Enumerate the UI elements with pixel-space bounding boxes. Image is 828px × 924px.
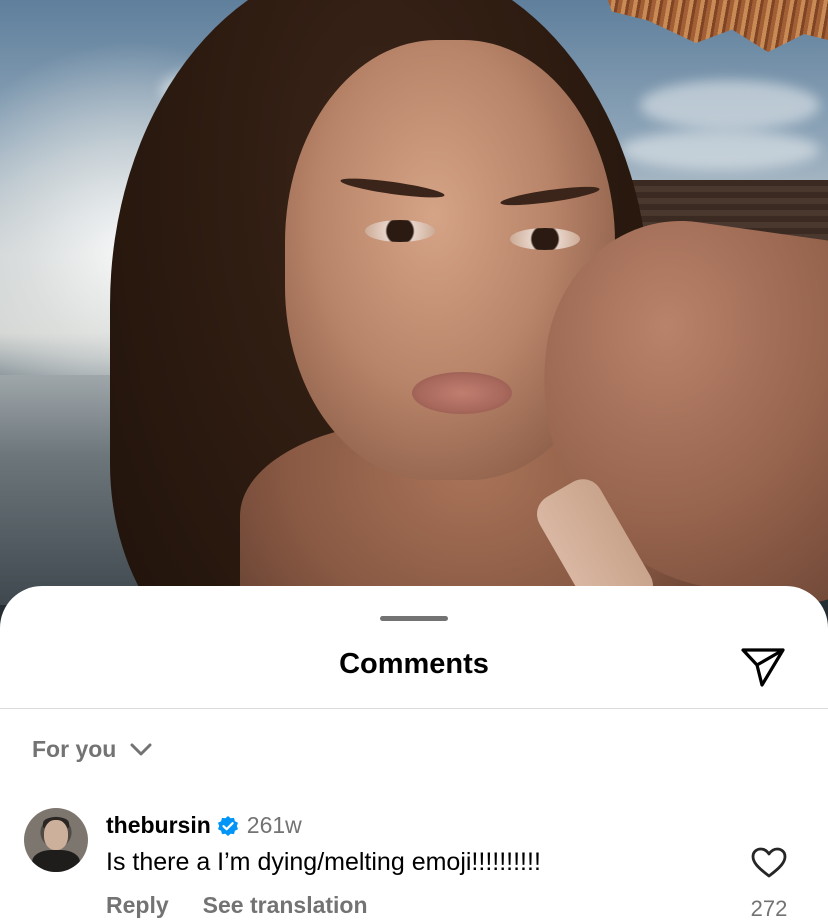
post-photo-background [0,0,828,640]
comment-item: thebursin 261w Is there a I’m dying/melt… [24,808,804,924]
verified-badge-icon [217,815,239,837]
avatar[interactable] [24,808,88,872]
sheet-divider [0,708,828,709]
chevron-down-icon [130,739,152,761]
reply-button[interactable]: Reply [106,892,169,919]
hut-roof [600,0,828,52]
sheet-title: Comments [339,648,489,680]
see-translation-button[interactable]: See translation [203,892,368,919]
lips [412,372,512,414]
filter-label: For you [32,736,117,762]
comment-username[interactable]: thebursin [106,812,211,839]
cloud [620,130,820,170]
paper-plane-icon [741,648,785,687]
share-button[interactable] [736,642,790,692]
like-count: 272 [750,896,788,921]
comment-age: 261w [246,812,302,838]
comments-sheet: Comments For you thebursin 261w Is there… [0,586,828,924]
comment-meta: thebursin 261w [106,812,302,839]
left-eye [365,220,435,242]
sheet-grabber[interactable] [380,616,448,621]
comment-filter-dropdown[interactable]: For you [32,736,152,763]
comment-text: Is there a I’m dying/melting emoji!!!!!!… [106,848,541,876]
heart-outline-icon [751,847,787,878]
right-eye [510,228,580,250]
cloud [640,80,820,130]
comment-actions: Reply See translation [106,892,368,919]
like-button[interactable] [750,846,788,880]
